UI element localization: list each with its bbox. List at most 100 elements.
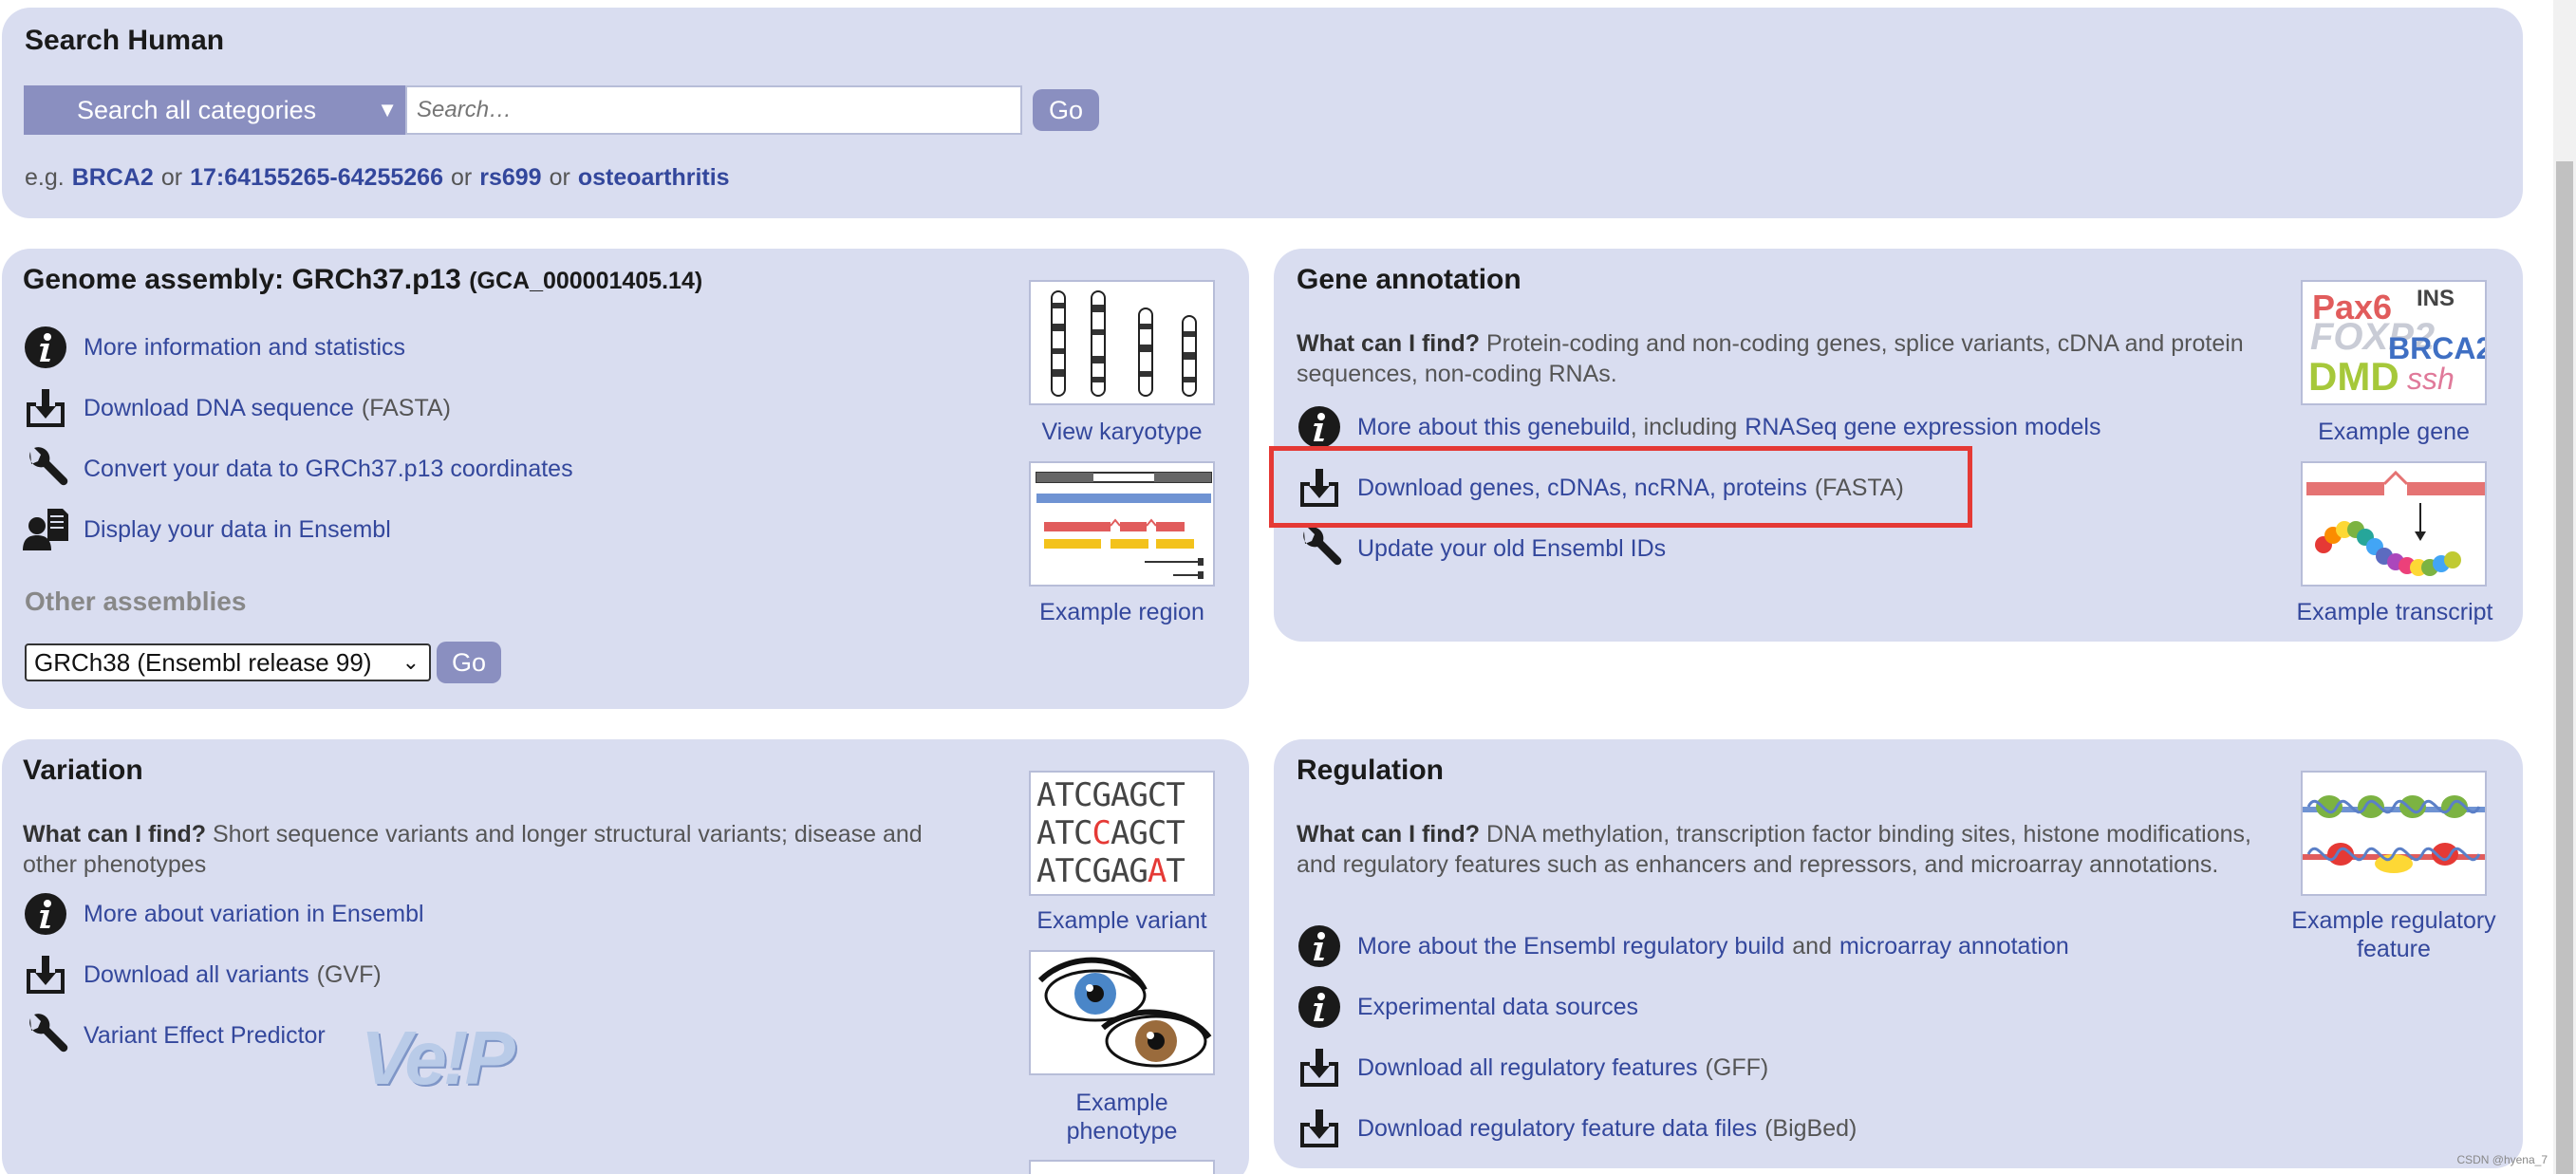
gvf-label: (GVF) [316,960,382,988]
example-link-rs699[interactable]: rs699 [479,164,541,192]
example-regulatory-thumbnail[interactable] [2301,771,2487,896]
regulation-title: Regulation [1297,755,1444,786]
search-go-button[interactable]: Go [1033,89,1099,131]
regulation-panel: Regulation What can I find? DNA methylat… [1274,739,2523,1168]
example-gene-thumbnail[interactable]: Pax6 INS FOXP2 BRCA2 DMD ssh [2301,280,2487,405]
assembly-select[interactable]: GRCh38 (Ensembl release 99) ⌄ [25,643,431,681]
display-data-link[interactable]: Display your data in Ensembl [84,516,391,544]
variation-link-download[interactable]: Download all variants (GVF) [23,952,382,997]
info-icon [23,891,68,937]
or-text: or [450,164,473,191]
variation-link-vep[interactable]: Variant Effect Predictor [23,1013,326,1058]
genome-link-info[interactable]: More information and statistics [23,325,405,370]
example-phenotype-thumbnail[interactable] [1029,950,1215,1075]
regulation-link-download-gff[interactable]: Download all regulatory features (GFF) [1297,1045,1768,1090]
scrollbar-thumb[interactable] [2556,161,2573,1174]
more-info-link[interactable]: More information and statistics [84,334,405,362]
regulatory-build-link[interactable]: More about the Ensembl regulatory build [1357,933,1784,960]
regulation-link-build[interactable]: More about the Ensembl regulatory build … [1297,923,2069,969]
experimental-sources-link[interactable]: Experimental data sources [1357,994,1638,1021]
gff-label: (GFF) [1705,1053,1769,1081]
rnaseq-link[interactable]: RNASeq gene expression models [1745,414,2100,441]
download-icon [23,952,68,997]
regulation-description: What can I find? DNA methylation, transc… [1297,819,2265,880]
gene-link-genebuild[interactable]: More about this genebuild , including RN… [1297,404,2101,450]
search-category-dropdown[interactable]: Search all categories ▼ [24,85,405,135]
more-variation-link[interactable]: More about variation in Ensembl [84,901,424,928]
download-icon [1297,1045,1342,1090]
next-thumbnail[interactable] [1029,1160,1215,1174]
update-ids-link[interactable]: Update your old Ensembl IDs [1357,535,1666,563]
sequence-line-2: ATCCAGCT [1036,814,1185,852]
watermark: CSDN @hyena_7 [2456,1153,2548,1166]
info-icon [1297,984,1342,1030]
other-assemblies-heading: Other assemblies [25,587,247,616]
eg-label: e.g. [25,164,65,191]
gene-link-update[interactable]: Update your old Ensembl IDs [1297,526,1666,571]
regulation-link-download-bigbed[interactable]: Download regulatory feature data files (… [1297,1106,1857,1151]
genome-accession: (GCA_000001405.14) [469,268,703,294]
regulatory-image [2303,795,2485,873]
search-input[interactable] [405,85,1022,135]
fasta-label: (FASTA) [361,394,451,421]
gene-word-dmd: DMD [2308,354,2399,399]
example-region-link[interactable]: Example region [1008,598,1236,626]
search-category-label: Search all categories [77,95,317,124]
example-variant-link[interactable]: Example variant [1008,906,1236,935]
vep-logo: Ve!P [361,1016,515,1100]
what-can-i-find-label: What can I find? [1297,330,1481,357]
sequence-line-3: ATCGAGAT [1036,852,1185,890]
gene-word-ins: INS [2417,286,2455,311]
chevron-down-icon: ⌄ [401,650,420,674]
example-regulatory-link[interactable]: Example regulatory feature [2280,906,2508,963]
gene-title: Gene annotation [1297,264,1521,295]
gene-annotation-panel: Gene annotation What can I find? Protein… [1274,249,2523,642]
convert-data-link[interactable]: Convert your data to GRCh37.p13 coordina… [84,456,573,483]
sequence-line-1: ATCGAGCT [1036,776,1185,814]
and-text: and [1792,932,1832,960]
example-variant-thumbnail[interactable]: ATCGAGCT ATCCAGCT ATCGAGAT [1029,771,1215,896]
genome-title: Genome assembly: GRCh37.p13 (GCA_0000014… [23,264,702,296]
chevron-down-icon: ▼ [377,98,398,121]
download-regulatory-link[interactable]: Download all regulatory features [1357,1054,1698,1082]
search-title: Search Human [25,25,225,56]
gene-description: What can I find? Protein-coding and non-… [1297,328,2303,389]
download-icon [1297,1106,1342,1151]
highlight-box [1269,446,1972,528]
genebuild-link[interactable]: More about this genebuild [1357,414,1631,441]
info-icon [1297,404,1342,450]
transcript-image [2306,470,2485,576]
wrench-icon [23,1013,68,1058]
example-transcript-thumbnail[interactable] [2301,461,2487,587]
regulation-link-sources[interactable]: Experimental data sources [1297,984,1638,1030]
info-icon [1297,923,1342,969]
assembly-go-button[interactable]: Go [437,642,501,683]
karyotype-thumbnail[interactable] [1029,280,1215,405]
genome-title-text: Genome assembly: GRCh37.p13 [23,264,461,295]
what-can-i-find-label: What can I find? [23,821,207,848]
example-transcript-link[interactable]: Example transcript [2270,598,2519,626]
download-bigbed-link[interactable]: Download regulatory feature data files [1357,1115,1757,1143]
bigbed-label: (BigBed) [1764,1114,1857,1142]
example-link-brca2[interactable]: BRCA2 [72,164,154,192]
wrench-icon [23,446,68,492]
variation-panel: Variation What can I find? Short sequenc… [2,739,1249,1174]
view-karyotype-link[interactable]: View karyotype [1008,418,1236,446]
variation-link-more[interactable]: More about variation in Ensembl [23,891,424,937]
genome-link-download[interactable]: Download DNA sequence (FASTA) [23,385,451,431]
genome-link-display[interactable]: Display your data in Ensembl [23,507,391,552]
example-phenotype-link[interactable]: Example phenotype [1036,1089,1207,1146]
example-gene-link[interactable]: Example gene [2280,418,2508,446]
vep-link[interactable]: Variant Effect Predictor [84,1022,326,1050]
variation-description: What can I find? Short sequence variants… [23,819,972,880]
region-thumbnail[interactable] [1029,461,1215,587]
example-link-osteoarthritis[interactable]: osteoarthritis [578,164,730,192]
example-link-location[interactable]: 17:64155265-64255266 [190,164,443,192]
genome-link-convert[interactable]: Convert your data to GRCh37.p13 coordina… [23,446,573,492]
user-data-icon [23,507,68,552]
download-dna-link[interactable]: Download DNA sequence [84,395,354,422]
download-variants-link[interactable]: Download all variants [84,961,309,989]
page-scrollbar[interactable] [2553,0,2576,1174]
search-examples: e.g. BRCA2 or 17:64155265-64255266 or rs… [25,164,730,192]
microarray-link[interactable]: microarray annotation [1839,933,2069,960]
